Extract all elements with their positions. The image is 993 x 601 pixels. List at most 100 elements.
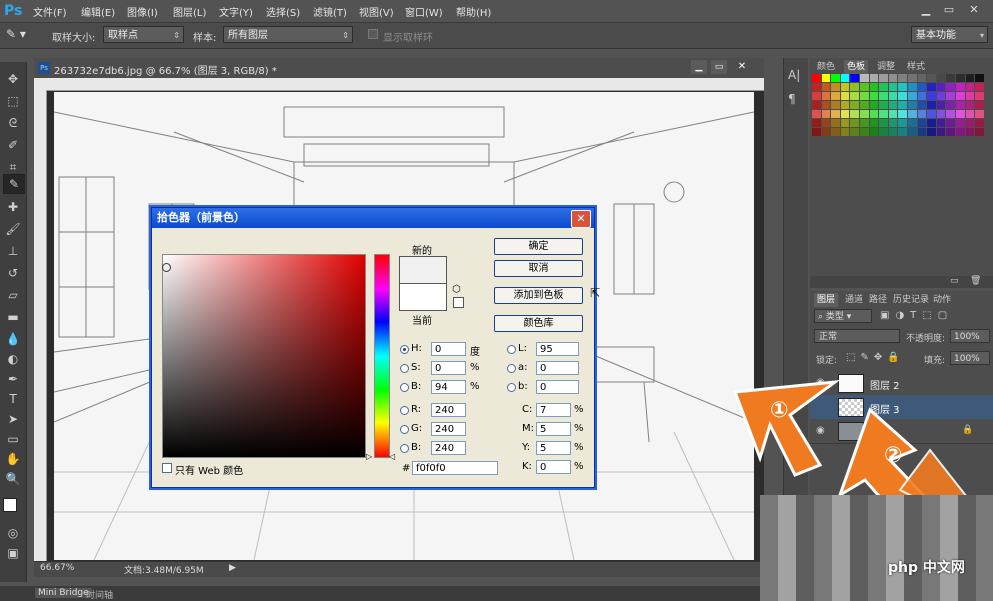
swatch-cell[interactable] xyxy=(888,110,898,118)
green-field[interactable]: 240 xyxy=(431,422,466,436)
swatch-cell[interactable] xyxy=(860,128,869,136)
close-icon[interactable]: ✕ xyxy=(964,2,984,18)
swatch-cell[interactable] xyxy=(812,110,821,118)
swatch-cell[interactable] xyxy=(927,83,936,91)
hue-radio[interactable] xyxy=(400,345,409,354)
swatch-cell[interactable] xyxy=(812,92,821,100)
swatch-cell[interactable] xyxy=(888,101,898,109)
type-tool-icon[interactable]: T xyxy=(3,390,23,408)
swatch-cell[interactable] xyxy=(908,128,917,136)
red-radio[interactable] xyxy=(400,406,409,415)
doc-minimize-icon[interactable]: ▁ xyxy=(691,60,707,74)
swatch-cell[interactable] xyxy=(860,83,869,91)
dodge-tool-icon[interactable]: ◐ xyxy=(3,350,23,368)
brightness-field[interactable]: 94 xyxy=(431,380,466,394)
swatch-cell[interactable] xyxy=(821,92,831,100)
swatch-cell[interactable] xyxy=(879,92,888,100)
swatch-cell[interactable] xyxy=(831,83,840,91)
layer-filter-icons[interactable]: ▣◑T⬚▢ xyxy=(880,310,953,321)
swatch-cell[interactable] xyxy=(946,92,955,100)
swatch-cell[interactable] xyxy=(850,83,859,91)
swatch-cell[interactable] xyxy=(831,128,840,136)
swatch-cell[interactable] xyxy=(965,128,975,136)
eyedropper-tool-preset-icon[interactable]: ✎ ▾ xyxy=(6,27,34,44)
menu-view[interactable]: 视图(V) xyxy=(359,4,394,19)
swatch-cell[interactable] xyxy=(908,92,917,100)
swatch-cell[interactable] xyxy=(869,110,879,118)
swatch-cell[interactable] xyxy=(812,128,821,136)
swatch-cell[interactable] xyxy=(956,110,965,118)
tab-paths[interactable]: 路径 xyxy=(866,293,890,307)
swatch-cell[interactable] xyxy=(898,128,907,136)
dialog-close-icon[interactable]: ✕ xyxy=(571,210,591,228)
swatch-cell[interactable] xyxy=(821,119,831,127)
lightness-field[interactable]: 95 xyxy=(536,342,579,356)
swatch-cell[interactable] xyxy=(956,74,965,82)
path-select-tool-icon[interactable]: ➤ xyxy=(3,410,23,428)
swatch-cell[interactable] xyxy=(908,119,917,127)
swatch-cell[interactable] xyxy=(936,128,946,136)
swatch-cell[interactable] xyxy=(860,101,869,109)
doc-close-icon[interactable]: ✕ xyxy=(734,60,750,74)
swatch-cell[interactable] xyxy=(936,101,946,109)
gradient-tool-icon[interactable]: ▬ xyxy=(3,308,23,326)
swatch-cell[interactable] xyxy=(917,92,927,100)
swatch-cell[interactable] xyxy=(812,119,821,127)
swatch-cell[interactable] xyxy=(888,74,898,82)
swatch-cell[interactable] xyxy=(840,92,850,100)
layer-kind-filter[interactable]: ⌕ 类型 ▾ xyxy=(814,309,872,323)
show-ring-checkbox[interactable] xyxy=(368,29,378,39)
swatch-cell[interactable] xyxy=(975,128,984,136)
swatch-cell[interactable] xyxy=(898,119,907,127)
swatch-cell[interactable] xyxy=(927,119,936,127)
swatch-cell[interactable] xyxy=(821,128,831,136)
swatch-cell[interactable] xyxy=(850,92,859,100)
tab-actions[interactable]: 动作 xyxy=(930,293,954,307)
new-swatch-icon[interactable]: ▭ xyxy=(950,276,959,286)
swatch-cell[interactable] xyxy=(975,101,984,109)
cyan-field[interactable]: 7 xyxy=(536,403,571,417)
swatch-cell[interactable] xyxy=(936,74,946,82)
sample-select[interactable]: 所有图层 ⇕ xyxy=(223,26,353,43)
trash-icon[interactable]: 🗑 xyxy=(970,276,981,286)
black-field[interactable]: 0 xyxy=(536,460,571,474)
web-safe-swatch[interactable] xyxy=(453,297,464,308)
tab-history[interactable]: 历史记录 xyxy=(890,293,932,307)
marquee-tool-icon[interactable]: ⬚ xyxy=(3,92,23,110)
menu-select[interactable]: 选择(S) xyxy=(266,4,300,19)
swatch-cell[interactable] xyxy=(831,119,840,127)
swatch-grid[interactable] xyxy=(812,74,990,140)
sample-size-select[interactable]: 取样点 ⇕ xyxy=(103,26,184,43)
swatch-cell[interactable] xyxy=(956,92,965,100)
eyedropper-tool-icon[interactable]: ✎ xyxy=(3,174,25,194)
hue-slider-handle-right-icon[interactable]: ◁ xyxy=(389,452,395,461)
swatch-cell[interactable] xyxy=(812,83,821,91)
swatch-cell[interactable] xyxy=(917,83,927,91)
magenta-field[interactable]: 5 xyxy=(536,422,571,436)
swatch-cell[interactable] xyxy=(956,83,965,91)
swatch-cell[interactable] xyxy=(831,101,840,109)
swatch-cell[interactable] xyxy=(965,83,975,91)
history-brush-tool-icon[interactable]: ↺ xyxy=(3,264,23,282)
menu-help[interactable]: 帮助(H) xyxy=(456,4,491,19)
opacity-field[interactable]: 100% xyxy=(950,329,990,343)
swatch-cell[interactable] xyxy=(869,92,879,100)
b-channel-field[interactable]: 0 xyxy=(536,380,579,394)
swatch-cell[interactable] xyxy=(936,119,946,127)
color-libraries-button[interactable]: 颜色库 xyxy=(494,315,583,332)
swatch-cell[interactable] xyxy=(917,101,927,109)
swatch-cell[interactable] xyxy=(860,74,869,82)
swatch-cell[interactable] xyxy=(840,119,850,127)
doc-restore-icon[interactable]: ▭ xyxy=(711,60,727,74)
swatch-cell[interactable] xyxy=(975,110,984,118)
swatch-cell[interactable] xyxy=(888,92,898,100)
menu-window[interactable]: 窗口(W) xyxy=(405,4,443,19)
a-channel-field[interactable]: 0 xyxy=(536,361,579,375)
swatch-cell[interactable] xyxy=(869,83,879,91)
swatch-cell[interactable] xyxy=(936,92,946,100)
swatch-cell[interactable] xyxy=(956,128,965,136)
swatch-cell[interactable] xyxy=(975,74,984,82)
menu-edit[interactable]: 编辑(E) xyxy=(81,4,115,19)
swatch-cell[interactable] xyxy=(850,128,859,136)
ok-button[interactable]: 确定 xyxy=(494,238,583,255)
